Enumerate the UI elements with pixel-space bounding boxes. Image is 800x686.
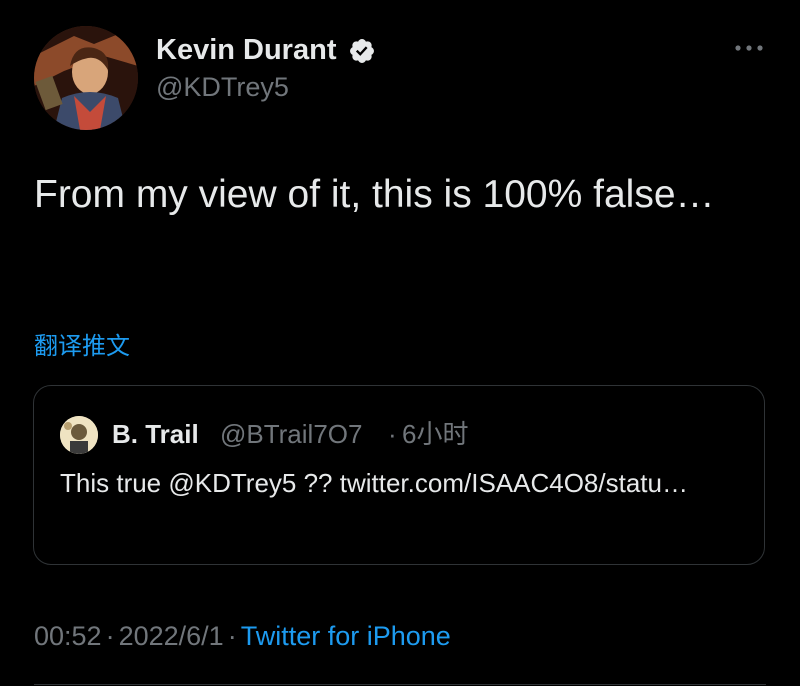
avatar-photo-icon [34, 26, 138, 130]
author-handle[interactable]: @KDTrey5 [156, 70, 289, 104]
verified-badge-icon [350, 39, 374, 63]
author-avatar[interactable] [34, 26, 138, 130]
quoted-author-avatar [60, 416, 98, 454]
quoted-tweet-card[interactable]: B. Trail @BTrail7O7 · 6小时 This true @KDT… [33, 385, 765, 565]
meta-separator: · [227, 621, 237, 651]
quoted-author-handle[interactable]: @BTrail7O7 [220, 416, 362, 452]
quoted-tweet-text: This true @KDTrey5 ?? twitter.com/ISAAC4… [60, 468, 688, 498]
tweet-text: From my view of it, this is 100% false… [34, 173, 715, 216]
translate-tweet-link[interactable]: 翻译推文 [34, 330, 130, 364]
meta-separator: · [105, 621, 115, 651]
divider [34, 684, 766, 685]
quoted-author-name[interactable]: B. Trail [112, 416, 199, 452]
tweet-detail: Kevin Durant @KDTrey5 From my view of it… [0, 0, 800, 686]
quoted-separator: · [388, 419, 397, 449]
tweet-meta: 00:52 · 2022/6/1 · Twitter for iPhone [34, 618, 451, 654]
more-options-icon[interactable] [732, 38, 766, 58]
tweet-date: 2022/6/1 [118, 621, 224, 651]
author-display-name[interactable]: Kevin Durant [156, 32, 336, 68]
tweet-time: 00:52 [34, 621, 102, 651]
quoted-timestamp: 6小时 [402, 419, 469, 449]
quoted-avatar-icon [60, 416, 98, 454]
tweet-source-link[interactable]: Twitter for iPhone [241, 621, 451, 651]
